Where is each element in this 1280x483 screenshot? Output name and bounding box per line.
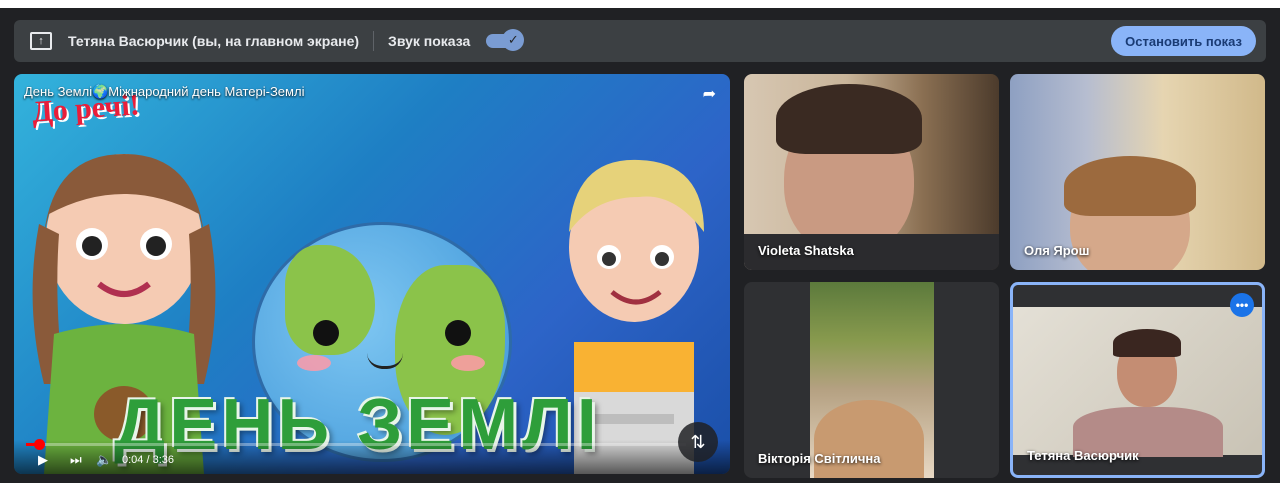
share-icon[interactable]: ➦ bbox=[703, 84, 716, 104]
participant-name: Вікторія Світлична bbox=[758, 451, 881, 466]
participant-name: Оля Ярош bbox=[1024, 243, 1090, 258]
swap-icon[interactable]: ⇅ bbox=[678, 422, 718, 462]
progress-bar[interactable] bbox=[26, 439, 686, 450]
participant-tile[interactable]: Вікторія Світлична bbox=[744, 282, 999, 478]
sound-label: Звук показа bbox=[388, 33, 471, 49]
sound-toggle[interactable]: ✓ bbox=[486, 29, 525, 51]
participant-tile[interactable]: Violeta Shatska bbox=[744, 74, 999, 270]
main-video[interactable]: До речі! День Землі🌍Міжнародний день Мат… bbox=[14, 74, 730, 474]
video-title: День Землі🌍Міжнародний день Матері-Землі bbox=[24, 84, 305, 99]
bar-divider bbox=[373, 31, 375, 51]
participant-tile-active[interactable]: ••• Тетяна Васюрчик bbox=[1010, 282, 1265, 478]
stop-presenting-button[interactable]: Остановить показ bbox=[1111, 26, 1256, 56]
play-icon[interactable]: ▶ bbox=[38, 452, 48, 468]
globe-cheek bbox=[297, 355, 331, 371]
participant-hair bbox=[776, 84, 922, 154]
next-icon[interactable]: ⏭ bbox=[70, 452, 82, 468]
participant-hair bbox=[814, 400, 924, 478]
participant-hair bbox=[1064, 156, 1196, 216]
volume-icon[interactable]: 🔈 bbox=[96, 452, 112, 468]
presenting-bar: ↑ Тетяна Васюрчик (вы, на главном экране… bbox=[14, 20, 1266, 62]
participant-hair bbox=[1113, 329, 1181, 357]
check-icon: ✓ bbox=[502, 29, 525, 51]
participant-tile[interactable]: Оля Ярош bbox=[1010, 74, 1265, 270]
participant-name: Тетяна Васюрчик bbox=[1027, 448, 1139, 463]
globe-eye bbox=[313, 320, 339, 346]
window-top-edge bbox=[0, 0, 1280, 8]
present-screen-icon: ↑ bbox=[30, 32, 52, 50]
globe-eye bbox=[445, 320, 471, 346]
presenter-label: Тетяна Васюрчик (вы, на главном экране) bbox=[68, 33, 360, 49]
participant-name: Violeta Shatska bbox=[758, 243, 854, 258]
video-time: 0:04 / 3:36 bbox=[122, 454, 174, 466]
globe-cheek bbox=[451, 355, 485, 371]
more-icon[interactable]: ••• bbox=[1230, 293, 1254, 317]
